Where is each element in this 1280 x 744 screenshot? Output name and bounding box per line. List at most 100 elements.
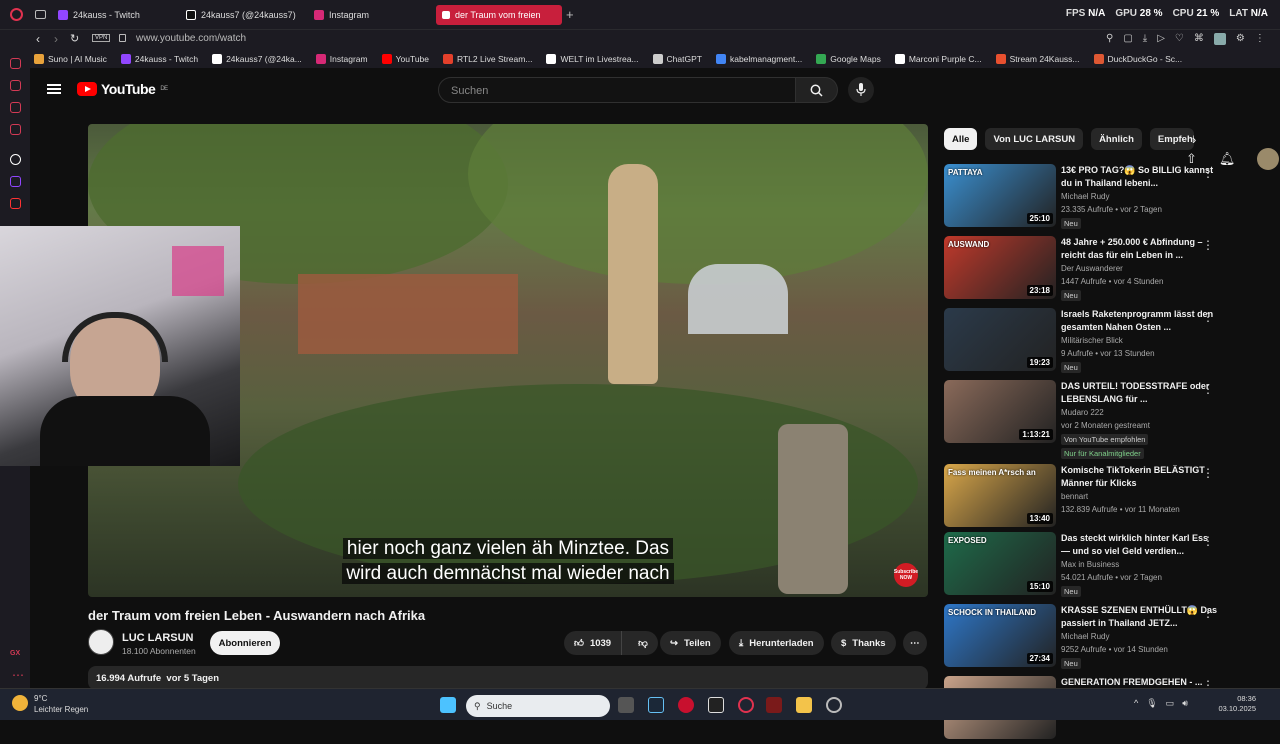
subscribe-button[interactable]: Abonnieren <box>210 631 280 655</box>
tab-tiktok[interactable]: 24kauss7 (@24kauss7) <box>180 5 302 25</box>
dislike-button[interactable]: 👎︎ <box>628 637 658 649</box>
recommendation-title[interactable]: 13€ PRO TAG?😱 So BILLIG kannst du in Tha… <box>1061 164 1219 190</box>
recommendation-title[interactable]: KRASSE SZENEN ENTHÜLLT😱 Das passiert in … <box>1061 604 1219 630</box>
more-icon[interactable]: ⋮ <box>1255 33 1265 45</box>
bookmark-item[interactable]: kabelmanagment... <box>715 54 802 64</box>
recommendation-title[interactable]: Das steckt wirklich hinter Karl Ess — un… <box>1061 532 1219 558</box>
vpn-badge[interactable]: VPN <box>92 34 111 42</box>
new-tab-button[interactable]: + <box>566 7 574 22</box>
tab-youtube-active[interactable]: der Traum vom freien <box>436 5 562 25</box>
gx-corner-icon[interactable] <box>10 80 21 91</box>
bookmark-item[interactable]: YouTube <box>381 54 429 64</box>
recommendation-channel[interactable]: Der Auswanderer <box>1061 264 1123 273</box>
tray-chevron-icon[interactable]: ^ <box>1134 698 1138 709</box>
recommendation-title[interactable]: Israels Raketenprogramm lässt den gesamt… <box>1061 308 1219 334</box>
recommendation-channel[interactable]: bennart <box>1061 492 1088 501</box>
like-button[interactable]: 👍︎ 1039 <box>564 631 623 655</box>
recommendation-item[interactable]: PATTAYA 25:10 13€ PRO TAG?😱 So BILLIG kann… <box>944 164 1274 232</box>
recommendation-thumbnail[interactable]: Fass meinen A*rsch an 13:40 <box>944 464 1056 527</box>
gx-news-icon[interactable] <box>10 124 21 135</box>
task-view-icon[interactable] <box>618 697 634 713</box>
heart-icon[interactable]: ♡ <box>1175 33 1184 45</box>
youtube-logo[interactable]: YouTube DE <box>77 81 168 97</box>
browser-menu-icon[interactable] <box>10 8 23 21</box>
windows-start-icon[interactable] <box>440 697 456 713</box>
recommendation-channel[interactable]: Militärischer Blick <box>1061 336 1123 345</box>
recommendation-thumbnail[interactable]: AUSWAND 23:18 <box>944 236 1056 299</box>
tab-twitch[interactable]: 24kauss - Twitch <box>52 5 176 25</box>
recommendation-channel[interactable]: Max in Business <box>1061 560 1119 569</box>
recommendation-item[interactable]: SCHOCK IN THAILAND 27:34 KRASSE SZENEN ENT… <box>944 604 1274 672</box>
recommendation-menu-icon[interactable]: ⋮ <box>1202 534 1214 548</box>
play-icon[interactable]: ▷ <box>1157 33 1165 45</box>
youtube-sidebar-icon[interactable] <box>10 198 21 209</box>
channel-avatar[interactable] <box>88 629 114 655</box>
chips-next-icon[interactable]: › <box>1192 132 1196 147</box>
twitch-sidebar-icon[interactable] <box>10 176 21 187</box>
search-button[interactable] <box>796 77 838 103</box>
recommendation-menu-icon[interactable]: ⋮ <box>1202 310 1214 324</box>
settings-gear-taskbar-icon[interactable] <box>826 697 842 713</box>
extensions-icon[interactable]: ⌘ <box>1194 33 1204 45</box>
tab-overview-icon[interactable] <box>35 10 46 19</box>
thanks-button[interactable]: $ Thanks <box>831 631 896 655</box>
recommendation-item[interactable]: 19:23 Israels Raketenprogramm lässt den g… <box>944 308 1274 376</box>
steam-icon[interactable] <box>648 697 664 713</box>
app-red-icon[interactable] <box>678 697 694 713</box>
forward-icon[interactable]: › <box>54 32 58 46</box>
profile-icon[interactable] <box>1213 33 1226 45</box>
bookmark-item[interactable]: 24kauss - Twitch <box>120 54 198 64</box>
tray-mic-icon[interactable]: 🎙︎ <box>1146 698 1157 709</box>
recommendation-menu-icon[interactable]: ⋮ <box>1202 606 1214 620</box>
recommendation-title[interactable]: Komische TikTokerin BELÄSTIGT Männer für… <box>1061 464 1219 490</box>
search-input[interactable]: Suchen <box>438 77 796 103</box>
gx-home-icon[interactable] <box>10 58 21 69</box>
recommendation-item[interactable]: Fass meinen A*rsch an 13:40 Komische TikTo… <box>944 464 1274 532</box>
tray-volume-icon[interactable]: 🔊︎ <box>1182 698 1188 709</box>
channel-name[interactable]: LUC LARSUN <box>122 632 194 644</box>
url-field[interactable]: www.youtube.com/watch <box>136 33 246 44</box>
back-icon[interactable]: ‹ <box>36 32 40 46</box>
taskbar-search[interactable]: ⚲ Suche <box>466 695 610 717</box>
sidebar-more-icon[interactable]: ⋯ <box>12 668 24 682</box>
recommendation-thumbnail[interactable]: SCHOCK IN THAILAND 27:34 <box>944 604 1056 667</box>
recommendation-thumbnail[interactable]: 19:23 <box>944 308 1056 371</box>
aria-icon[interactable] <box>10 154 21 165</box>
recommendation-item[interactable]: AUSWAND 23:18 48 Jahre + 250.000 € Abfindu… <box>944 236 1274 304</box>
tray-network-icon[interactable]: ▭ <box>1166 698 1175 709</box>
recommendation-menu-icon[interactable]: ⋮ <box>1202 166 1214 180</box>
recommendation-channel[interactable]: Michael Rudy <box>1061 632 1109 641</box>
bookmark-item[interactable]: Google Maps <box>816 54 881 64</box>
taskbar-clock[interactable]: 08:36 03.10.2025 <box>1218 694 1256 714</box>
recommendation-thumbnail[interactable]: PATTAYA 25:10 <box>944 164 1056 227</box>
file-explorer-icon[interactable] <box>796 697 812 713</box>
download-icon[interactable]: ⤓ <box>1143 33 1147 45</box>
recommendation-title[interactable]: DAS URTEIL! TODESSTRAFE oder LEBENSLANG … <box>1061 380 1219 406</box>
obs-icon[interactable] <box>766 697 782 713</box>
gx-control-icon[interactable] <box>10 102 21 113</box>
share-button[interactable]: ↪ Teilen <box>660 631 721 655</box>
capture-icon[interactable]: ▢ <box>1123 33 1132 45</box>
chip-similar[interactable]: Ähnlich <box>1091 128 1142 150</box>
recommendation-item[interactable]: 1:13:21 DAS URTEIL! TODESSTRAFE oder LEBE… <box>944 380 1274 459</box>
bookmark-item[interactable]: 24kauss7 (@24ka... <box>212 54 302 64</box>
bookmark-item[interactable]: Suno | AI Music <box>34 54 107 64</box>
recommendation-thumbnail[interactable]: 1:13:21 <box>944 380 1056 443</box>
recommendation-title[interactable]: 48 Jahre + 250.000 € Abfindung – reicht … <box>1061 236 1219 262</box>
bookmark-item[interactable]: RTL2 Live Stream... <box>443 54 532 64</box>
recommendation-thumbnail[interactable]: EXPOSED 15:10 <box>944 532 1056 595</box>
recommendation-menu-icon[interactable]: ⋮ <box>1202 382 1214 396</box>
recommendation-menu-icon[interactable]: ⋮ <box>1202 466 1214 480</box>
bookmark-item[interactable]: ChatGPT <box>652 54 702 64</box>
reload-icon[interactable]: ↻ <box>70 32 79 45</box>
bookmark-item[interactable]: Stream 24Kauss... <box>995 54 1080 64</box>
settings-icon[interactable]: ⚙ <box>1236 33 1245 45</box>
recommendation-item[interactable]: EXPOSED 15:10 Das steckt wirklich hinter K… <box>944 532 1274 600</box>
chip-recommended[interactable]: Empfehl <box>1149 128 1194 150</box>
bookmark-item[interactable]: Instagram <box>315 54 368 64</box>
bookmark-item[interactable]: WELT im Livestrea... <box>546 54 639 64</box>
voice-search-button[interactable] <box>848 77 874 103</box>
download-button[interactable]: ⤓ Herunterladen <box>729 631 824 655</box>
bookmark-item[interactable]: Marconi Purple C... <box>894 54 982 64</box>
recommendation-channel[interactable]: Michael Rudy <box>1061 192 1109 201</box>
